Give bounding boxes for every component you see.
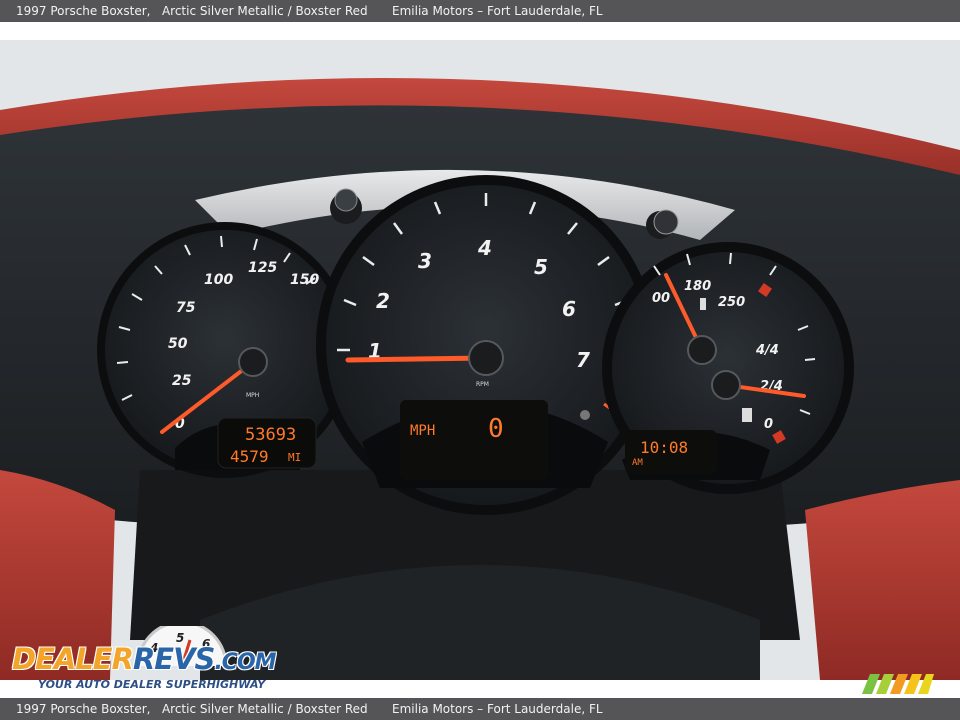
dealer-stripes-logo	[862, 674, 934, 694]
speedometer: 25 50 75 100 125 150 0 MPH	[97, 222, 353, 478]
temp-needle-hub	[687, 335, 717, 365]
speed-unit-label: MPH	[246, 392, 259, 399]
listing-title-line-footer: 1997 Porsche Boxster, Arctic Silver Meta…	[16, 698, 368, 720]
listing-title-line: 1997 Porsche Boxster, Arctic Silver Meta…	[16, 0, 368, 22]
listing-title-footer: 1997 Porsche Boxster,	[16, 702, 151, 716]
dealerrevs-logo: DEALERREVS.COM	[12, 642, 277, 676]
speed-tick-125: 125	[248, 260, 277, 276]
watermark-brand-dealer: DEALER	[12, 642, 134, 676]
listing-dealer-footer: Emilia Motors – Fort Lauderdale, FL	[392, 702, 603, 716]
speed-tick-100: 100	[204, 272, 233, 288]
speed-display-value: 0	[488, 414, 504, 444]
tach-needle	[345, 355, 489, 363]
speed-tick-150: 150	[290, 272, 319, 288]
dealerrevs-watermark: 4 5 6 DEALERREVS.COM YOUR AUTO DEALER SU…	[12, 624, 277, 696]
tach-needle-hub	[468, 340, 504, 376]
watermark-tagline: YOUR AUTO DEALER SUPERHIGHWAY	[38, 678, 266, 691]
fuel-tick-full: 4/4	[755, 343, 779, 358]
fuel-needle-hub	[711, 370, 741, 400]
clock-display: 10:08	[640, 438, 688, 457]
odometer-display: 53693	[245, 425, 296, 445]
speed-display-label: MPH	[410, 423, 435, 439]
listing-footer-bar: 1997 Porsche Boxster, Arctic Silver Meta…	[0, 698, 960, 720]
speed-tick-50: 50	[168, 336, 188, 352]
tach-tick-6: 6	[562, 297, 576, 321]
temp-tick-180: 180	[684, 279, 711, 294]
listing-color: Arctic Silver Metallic / Boxster Red	[161, 4, 368, 18]
tach-tick-5: 5	[534, 255, 548, 279]
temp-tick-250: 250	[718, 295, 745, 310]
clock-ampm: AM	[632, 458, 643, 468]
dashboard-photo: 25 50 75 100 125 150 0 MPH 53693 4579 MI	[0, 40, 960, 680]
watermark-brand-revs: REVS	[132, 642, 215, 676]
coolant-temp-icon	[700, 298, 706, 310]
tach-tick-4: 4	[477, 236, 492, 260]
speed-tick-25: 25	[172, 373, 192, 389]
speed-tick-75: 75	[176, 300, 196, 316]
temp-tick-partial: 00	[652, 291, 670, 306]
listing-title: 1997 Porsche Boxster,	[16, 4, 151, 18]
tach-unit-label: RPM	[476, 381, 489, 388]
trip-display: 4579	[230, 447, 269, 466]
tach-tick-7: 7	[576, 348, 590, 372]
listing-header-bar: 1997 Porsche Boxster, Arctic Silver Meta…	[0, 0, 960, 22]
listing-dealer: Emilia Motors – Fort Lauderdale, FL	[392, 4, 603, 18]
fuel-pump-icon	[742, 408, 752, 422]
speed-needle-hub	[238, 347, 268, 377]
listing-color-footer: Arctic Silver Metallic / Boxster Red	[161, 702, 368, 716]
watermark-brand-com: .COM	[214, 650, 276, 675]
tach-tick-3: 3	[418, 249, 432, 273]
trip-unit: MI	[288, 451, 301, 464]
fuel-tick-empty: 0	[764, 417, 773, 432]
tach-tick-2: 2	[376, 289, 390, 313]
